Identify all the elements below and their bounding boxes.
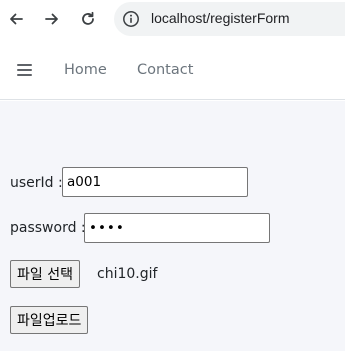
address-bar[interactable]: localhost/registerForm	[114, 2, 345, 36]
password-input[interactable]: ••••	[84, 213, 270, 243]
selected-file-name: chi10.gif	[97, 266, 158, 282]
reload-icon[interactable]	[77, 8, 99, 30]
nav-link-home[interactable]: Home	[64, 62, 107, 78]
forward-arrow-icon[interactable]	[41, 8, 63, 30]
browser-toolbar: localhost/registerForm	[0, 0, 345, 38]
hamburger-icon[interactable]	[17, 64, 32, 77]
site-navbar: Home Contact	[0, 45, 345, 100]
userid-input[interactable]: a001	[62, 167, 248, 197]
url-text[interactable]: localhost/registerForm	[151, 10, 290, 26]
site-info-icon[interactable]	[122, 10, 140, 28]
back-arrow-icon[interactable]	[5, 8, 27, 30]
password-label: password :	[10, 220, 86, 236]
userid-label: userId :	[10, 175, 63, 191]
file-upload-button[interactable]: 파일업로드	[10, 306, 89, 334]
file-select-button[interactable]: 파일 선택	[10, 260, 80, 288]
register-form: userId : a001 password : •••• 파일 선택 chi1…	[0, 101, 345, 351]
nav-link-contact[interactable]: Contact	[137, 62, 193, 78]
